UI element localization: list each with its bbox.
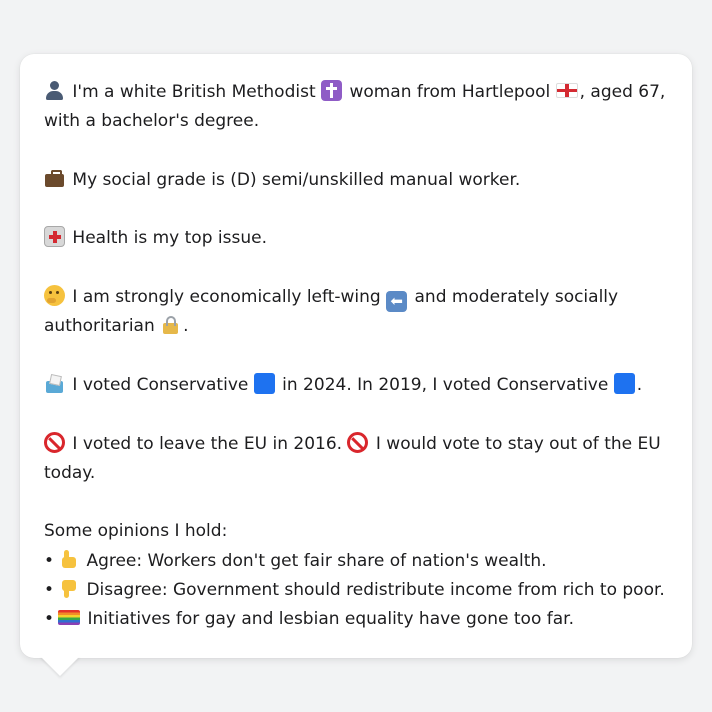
- vote-text-c: .: [636, 374, 643, 395]
- rainbow-flag-icon: [58, 610, 81, 626]
- ideology-text-b: and moderately socially: [414, 287, 619, 308]
- brexit-text-a: I voted to leave the EU in 2016.: [72, 433, 343, 454]
- thumbs-down-icon: [58, 578, 79, 599]
- padlock-icon: [160, 314, 181, 335]
- intro-text-line2: with a bachelor's degree.: [44, 111, 260, 132]
- bullet: •: [44, 550, 55, 571]
- top-issue-paragraph: Health is my top issue.: [44, 224, 668, 253]
- no-entry-icon: [347, 431, 369, 453]
- opinion-item: Initiatives for gay and lesbian equality…: [87, 609, 574, 630]
- blue-square-icon: [253, 372, 275, 394]
- opinions-heading: Some opinions I hold:: [44, 521, 228, 542]
- speech-bubble-tail: [40, 656, 80, 676]
- brexit-text-b: I would vote to stay out of the EU: [375, 433, 661, 454]
- briefcase-icon: [44, 168, 65, 189]
- thinking-face-icon: [44, 285, 65, 307]
- opinion-item: Agree: Workers don't get fair share of n…: [86, 550, 547, 571]
- ballot-box-icon: [44, 373, 65, 394]
- intro-text-b: woman from Hartlepool: [349, 82, 551, 102]
- hospital-icon: [44, 226, 65, 248]
- vote-text-b: in 2024. In 2019, I voted Conservative: [282, 374, 609, 395]
- left-arrow-icon: ⬅: [386, 291, 408, 313]
- opinion-item: Disagree: Government should redistribute…: [86, 580, 665, 601]
- social-grade-paragraph: My social grade is (D) semi/unskilled ma…: [44, 166, 668, 195]
- vote-text-a: I voted Conservative: [72, 374, 249, 395]
- social-grade-text: My social grade is (D) semi/unskilled ma…: [72, 169, 521, 190]
- intro-paragraph: I'm a white British Methodist woman from…: [44, 78, 668, 137]
- ideology-text-d: .: [183, 316, 189, 337]
- vote-paragraph: I voted Conservative in 2024. In 2019, I…: [44, 371, 668, 400]
- bullet: •: [44, 609, 55, 630]
- top-issue-text: Health is my top issue.: [72, 228, 267, 249]
- england-flag-icon: [555, 83, 578, 98]
- latin-cross-icon: [321, 80, 343, 101]
- intro-text-a: I'm a white British Methodist: [72, 82, 316, 102]
- thumbs-up-icon: [58, 549, 79, 570]
- intro-text-c: , aged 67,: [579, 82, 666, 102]
- opinions-block: Some opinions I hold: • Agree: Workers d…: [44, 517, 668, 634]
- no-entry-icon: [44, 431, 65, 453]
- ideology-text-a: I am strongly economically left-wing: [72, 287, 381, 308]
- bullet: •: [44, 580, 55, 601]
- blue-square-icon: [613, 372, 635, 394]
- person-silhouette-icon: [44, 80, 65, 101]
- persona-card: I'm a white British Methodist woman from…: [20, 54, 692, 658]
- ideology-paragraph: I am strongly economically left-wing ⬅ a…: [44, 283, 668, 342]
- brexit-paragraph: I voted to leave the EU in 2016. I would…: [44, 430, 668, 489]
- brexit-text-c: today.: [44, 462, 96, 483]
- ideology-text-c: authoritarian: [44, 316, 155, 337]
